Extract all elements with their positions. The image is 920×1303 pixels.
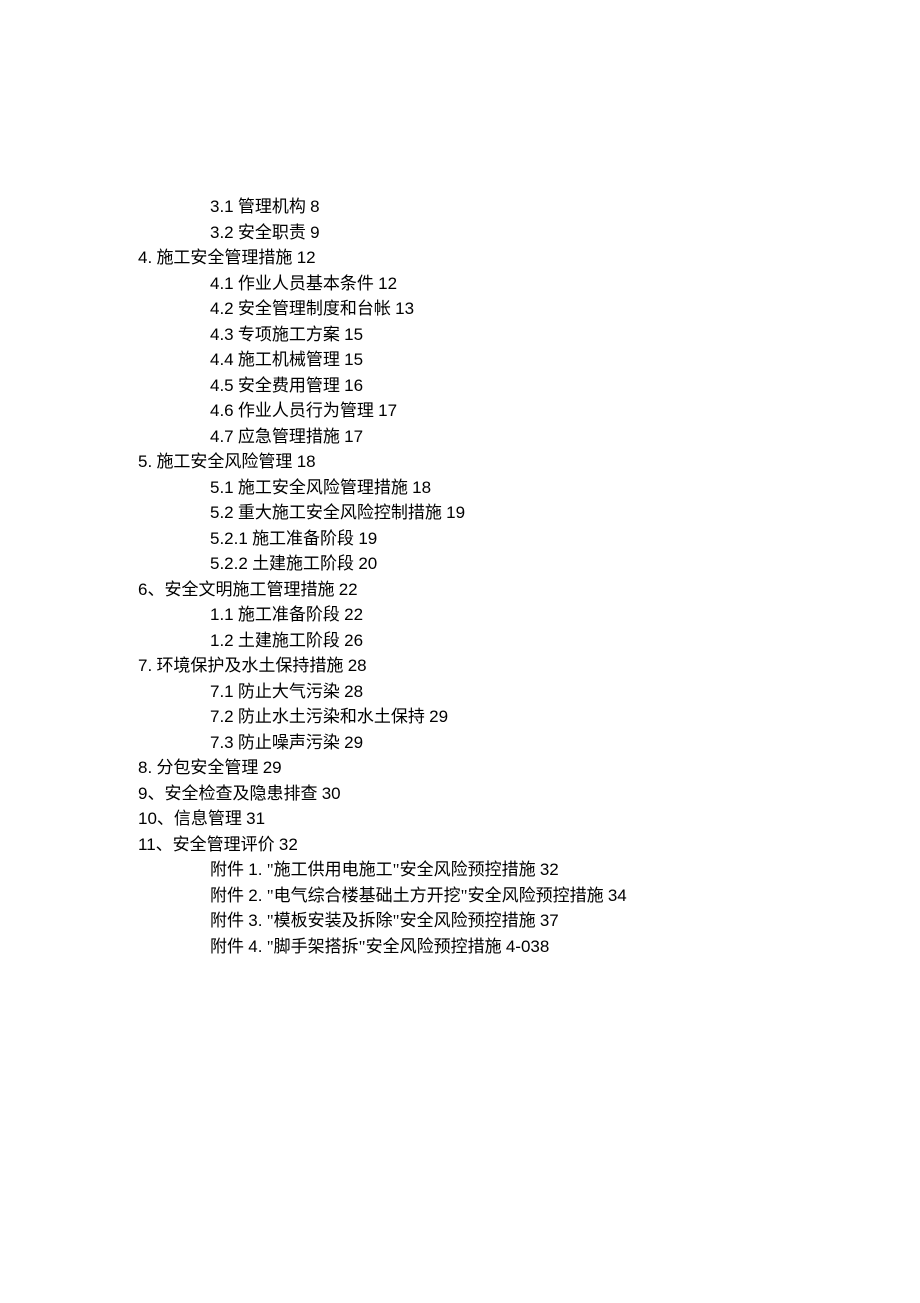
toc-entry: 附件 4. "脚手架搭拆"安全风险预控措施 4-038	[138, 934, 920, 960]
toc-entry: 4.6 作业人员行为管理 17	[138, 398, 920, 424]
toc-entry: 7. 环境保护及水土保持措施 28	[138, 653, 920, 679]
toc-entry: 7.3 防止噪声污染 29	[138, 730, 920, 756]
toc-entry: 11、安全管理评价 32	[138, 832, 920, 858]
toc-entry: 5.2.2 土建施工阶段 20	[138, 551, 920, 577]
table-of-contents: 3.1 管理机构 83.2 安全职责 94. 施工安全管理措施 124.1 作业…	[138, 194, 920, 959]
toc-entry: 8. 分包安全管理 29	[138, 755, 920, 781]
toc-entry: 6、安全文明施工管理措施 22	[138, 577, 920, 603]
toc-entry: 1.1 施工准备阶段 22	[138, 602, 920, 628]
toc-entry: 3.2 安全职责 9	[138, 220, 920, 246]
toc-entry: 5.2 重大施工安全风险控制措施 19	[138, 500, 920, 526]
toc-entry: 5.2.1 施工准备阶段 19	[138, 526, 920, 552]
toc-entry: 4.5 安全费用管理 16	[138, 373, 920, 399]
toc-entry: 7.2 防止水土污染和水土保持 29	[138, 704, 920, 730]
toc-entry: 7.1 防止大气污染 28	[138, 679, 920, 705]
toc-entry: 9、安全检查及隐患排查 30	[138, 781, 920, 807]
toc-entry: 4.7 应急管理措施 17	[138, 424, 920, 450]
toc-entry: 4.1 作业人员基本条件 12	[138, 271, 920, 297]
toc-entry: 附件 3. "模板安装及拆除"安全风险预控措施 37	[138, 908, 920, 934]
toc-entry: 3.1 管理机构 8	[138, 194, 920, 220]
toc-entry: 4. 施工安全管理措施 12	[138, 245, 920, 271]
toc-entry: 5.1 施工安全风险管理措施 18	[138, 475, 920, 501]
toc-entry: 4.3 专项施工方案 15	[138, 322, 920, 348]
toc-entry: 1.2 土建施工阶段 26	[138, 628, 920, 654]
toc-entry: 5. 施工安全风险管理 18	[138, 449, 920, 475]
toc-entry: 4.4 施工机械管理 15	[138, 347, 920, 373]
toc-entry: 10、信息管理 31	[138, 806, 920, 832]
toc-entry: 4.2 安全管理制度和台帐 13	[138, 296, 920, 322]
toc-entry: 附件 1. "施工供用电施工"安全风险预控措施 32	[138, 857, 920, 883]
toc-entry: 附件 2. "电气综合楼基础土方开挖"安全风险预控措施 34	[138, 883, 920, 909]
